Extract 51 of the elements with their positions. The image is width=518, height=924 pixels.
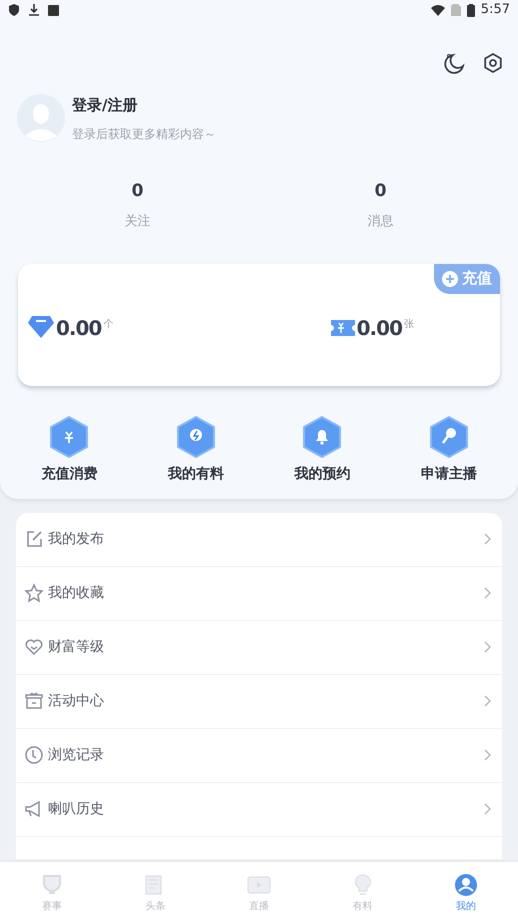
shortcut-label[interactable]: 我的有料: [168, 464, 224, 484]
user-icon: [454, 872, 478, 896]
plus-icon: [442, 270, 458, 286]
login-hint: 登录后获取更多精彩内容～: [72, 126, 216, 142]
shield-icon: [8, 4, 20, 16]
clock-icon: [24, 745, 44, 765]
chevron-icon: [484, 749, 492, 761]
download-icon: [28, 4, 40, 16]
heart-icon: [24, 637, 44, 657]
battery-icon: [466, 4, 475, 16]
menu-label: 活动中心: [48, 692, 105, 710]
moon-icon[interactable]: [444, 52, 466, 74]
hexagon-icon[interactable]: [428, 416, 469, 458]
hexagon-icon[interactable]: [302, 416, 342, 458]
hexagon-icon[interactable]: [176, 416, 216, 458]
menu-row[interactable]: 活动中心: [16, 674, 502, 728]
menu-row[interactable]: 我的收藏: [16, 566, 502, 620]
stat-value: 0: [374, 180, 386, 202]
menu-label: 喇叭历史: [48, 800, 105, 818]
menu-label: 我的收藏: [48, 584, 105, 602]
balance-unit: 张: [404, 318, 414, 332]
diamond-icon: [28, 316, 54, 338]
settings-icon[interactable]: [482, 52, 504, 74]
wifi-icon: [430, 4, 445, 16]
menu-label: 浏览记录: [48, 746, 105, 764]
menu-row[interactable]: 财富等级: [16, 620, 502, 674]
no-sim-icon: [450, 4, 461, 16]
gift-icon: [24, 691, 44, 711]
menu-row[interactable]: 浏览记录: [16, 728, 502, 782]
login-title[interactable]: 登录/注册: [72, 94, 216, 116]
menu-label: 我的发布: [48, 530, 105, 548]
hexagon-icon[interactable]: [49, 416, 90, 458]
chevron-icon: [484, 587, 492, 599]
balance-value: 0.00: [356, 318, 402, 338]
chevron-icon: [484, 641, 492, 653]
chevron-icon: [484, 695, 492, 707]
ticket-icon: [330, 318, 355, 338]
chevron-icon: [484, 803, 492, 815]
shortcut-label[interactable]: 申请主播: [420, 464, 477, 484]
shortcut-label[interactable]: 充值消费: [41, 464, 98, 484]
balance-unit: 个: [103, 318, 114, 332]
shortcut-label[interactable]: 我的预约: [294, 464, 350, 484]
menu-row[interactable]: 我的发布: [16, 512, 502, 566]
status-time: 5:57: [480, 1, 510, 20]
stat-value: 0: [132, 180, 144, 202]
menu-label: 财富等级: [48, 638, 105, 656]
edit-icon: [24, 529, 44, 549]
chevron-icon: [484, 533, 492, 545]
star-icon: [24, 583, 44, 603]
balance-value: 0.00: [56, 318, 102, 338]
menu-row[interactable]: 喇叭历史: [16, 782, 502, 836]
